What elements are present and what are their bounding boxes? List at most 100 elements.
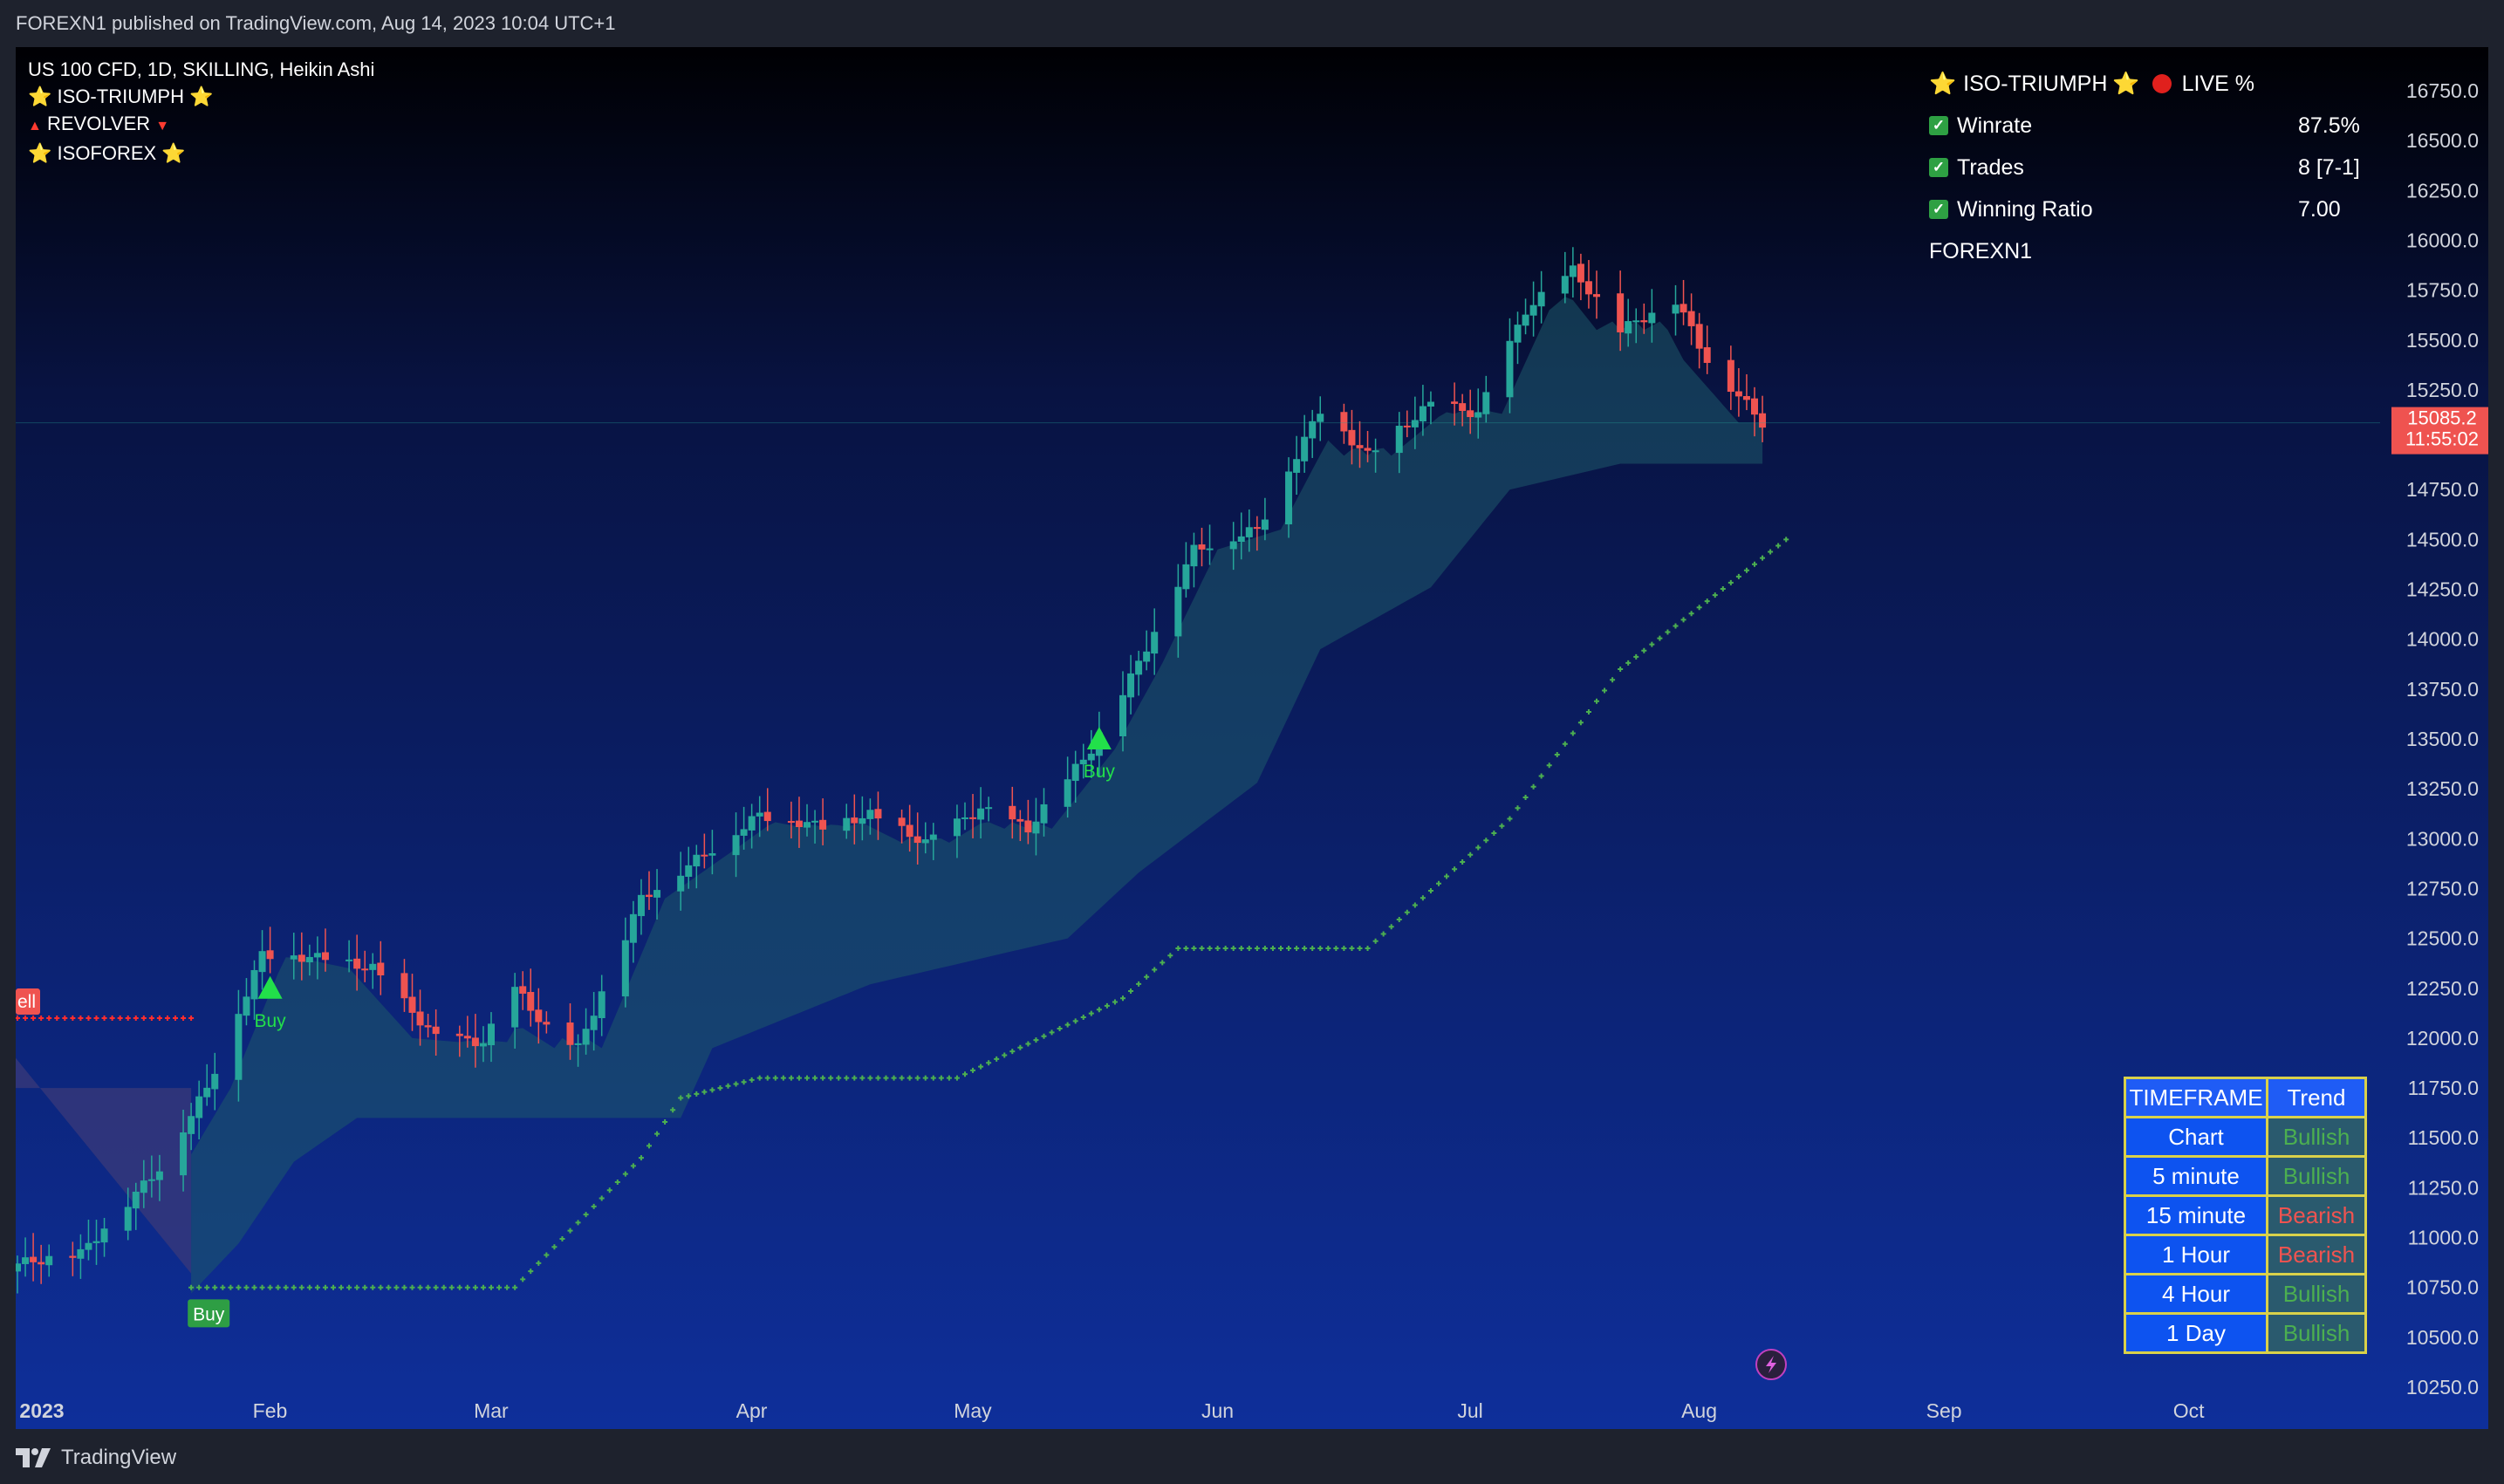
candle-body [1426,401,1434,407]
candle-body [1593,294,1600,297]
price-tick-label: 11250.0 [2408,1176,2479,1199]
resistance-dot [148,1016,154,1022]
support-dot [1727,579,1734,585]
support-dot [1783,537,1789,543]
support-dot [1610,677,1616,683]
chart-area[interactable]: Buy Buy Buy ell 10250.0 10500.0 10750.0 11000.… [16,47,2488,1429]
trend-row: 15 minute Bearish [2124,1194,2367,1236]
price-tick-label: 14750.0 [2406,478,2479,501]
stat-row-trades: ✓ Trades 8 [7-1] [1929,147,2365,188]
support-dot [717,1085,723,1091]
price-tick-label: 11500.0 [2408,1126,2479,1149]
support-dot [614,1179,620,1185]
support-dot [852,1075,858,1081]
candle-body [646,894,653,898]
price-tick-label: 12250.0 [2406,977,2479,1000]
candle-body [811,820,819,823]
candle-body [180,1132,188,1176]
buy-signal-arrow [1086,727,1112,749]
support-dot [362,1284,368,1290]
candle-body [1703,347,1711,363]
candle-body [1071,763,1079,782]
support-dot [1278,946,1283,952]
star-icon: ⭐ [28,142,52,164]
candle-body [1672,304,1680,314]
support-dot [1420,895,1426,901]
stat-value: 7.00 [2298,196,2341,222]
candle-body [1064,779,1071,807]
candle-body [1174,586,1182,637]
support-dot [1775,543,1782,549]
support-dot [701,1089,708,1095]
resistance-dot [173,1016,178,1022]
candle-body [566,1022,574,1045]
time-tick-label: Oct [2173,1399,2205,1422]
candle-body [38,1262,45,1265]
header-trend: Trend [2266,1077,2367,1118]
support-dot [1222,946,1228,952]
support-dot [1649,641,1655,647]
candle-body [1751,398,1758,415]
candle-body [977,808,985,820]
candle-body [1087,753,1095,761]
support-dot [275,1284,281,1290]
support-dot [804,1075,810,1081]
resistance-dot [70,1016,76,1022]
support-dot [922,1075,928,1081]
candle-body [1143,651,1151,662]
support-dot [1183,946,1189,952]
stat-label: Winning Ratio [1957,196,2093,222]
candle-body [795,820,803,828]
support-dot [1033,1037,1039,1043]
candle-body [488,1023,495,1046]
candle-body [1695,324,1703,349]
price-tick-label: 11000.0 [2408,1227,2479,1249]
candle-body [1506,340,1514,398]
support-dot [970,1067,976,1073]
support-dot [946,1075,952,1081]
support-dot [654,1131,660,1137]
candle-body [543,1022,551,1025]
legend-indicator-isoforex[interactable]: ⭐ ISOFOREX ⭐ [28,140,374,167]
support-dot [1302,946,1308,952]
support-dot [1017,1044,1023,1050]
support-dot [1760,555,1766,561]
resistance-dot [181,1016,187,1022]
time-tick-label: Feb [253,1399,288,1422]
time-tick-label: Jun [1201,1399,1234,1422]
stat-label: Winrate [1957,113,2033,138]
candle-body [266,950,274,960]
support-dot [1546,763,1552,769]
support-dot [867,1075,873,1081]
trend-row: 4 Hour Bullish [2124,1273,2367,1315]
legend-indicator-revolver[interactable]: ▲ REVOLVER ▼ [28,110,374,140]
candle-body [1293,459,1301,473]
support-dot [1633,653,1639,660]
support-dot [1562,741,1568,747]
support-dot [1704,598,1710,605]
support-dot [1104,1002,1110,1009]
candle-body [313,953,321,958]
tradingview-logo-icon [16,1447,51,1467]
support-dot [1080,1014,1086,1020]
support-dot [1515,805,1521,811]
candle-body [804,822,811,828]
candle-body [298,954,305,962]
support-dot [251,1284,257,1290]
live-label: LIVE % [2181,71,2254,96]
sell-box-label: ell [17,992,36,1012]
candle-body [140,1180,147,1193]
candle-body [424,1025,432,1028]
trend-value: Bullish [2266,1155,2367,1197]
candle-body [1040,804,1048,824]
support-dot [441,1284,447,1290]
star-icon: ⭐ [28,85,52,107]
candle-body [69,1255,77,1258]
support-dot [1317,946,1324,952]
support-dot [425,1284,431,1290]
legend-indicator-iso-triumph[interactable]: ⭐ ISO-TRIUMPH ⭐ [28,83,374,110]
candle-body [369,963,377,970]
support-dot [1333,946,1339,952]
support-dot [512,1284,518,1290]
candle-body [1759,413,1767,428]
